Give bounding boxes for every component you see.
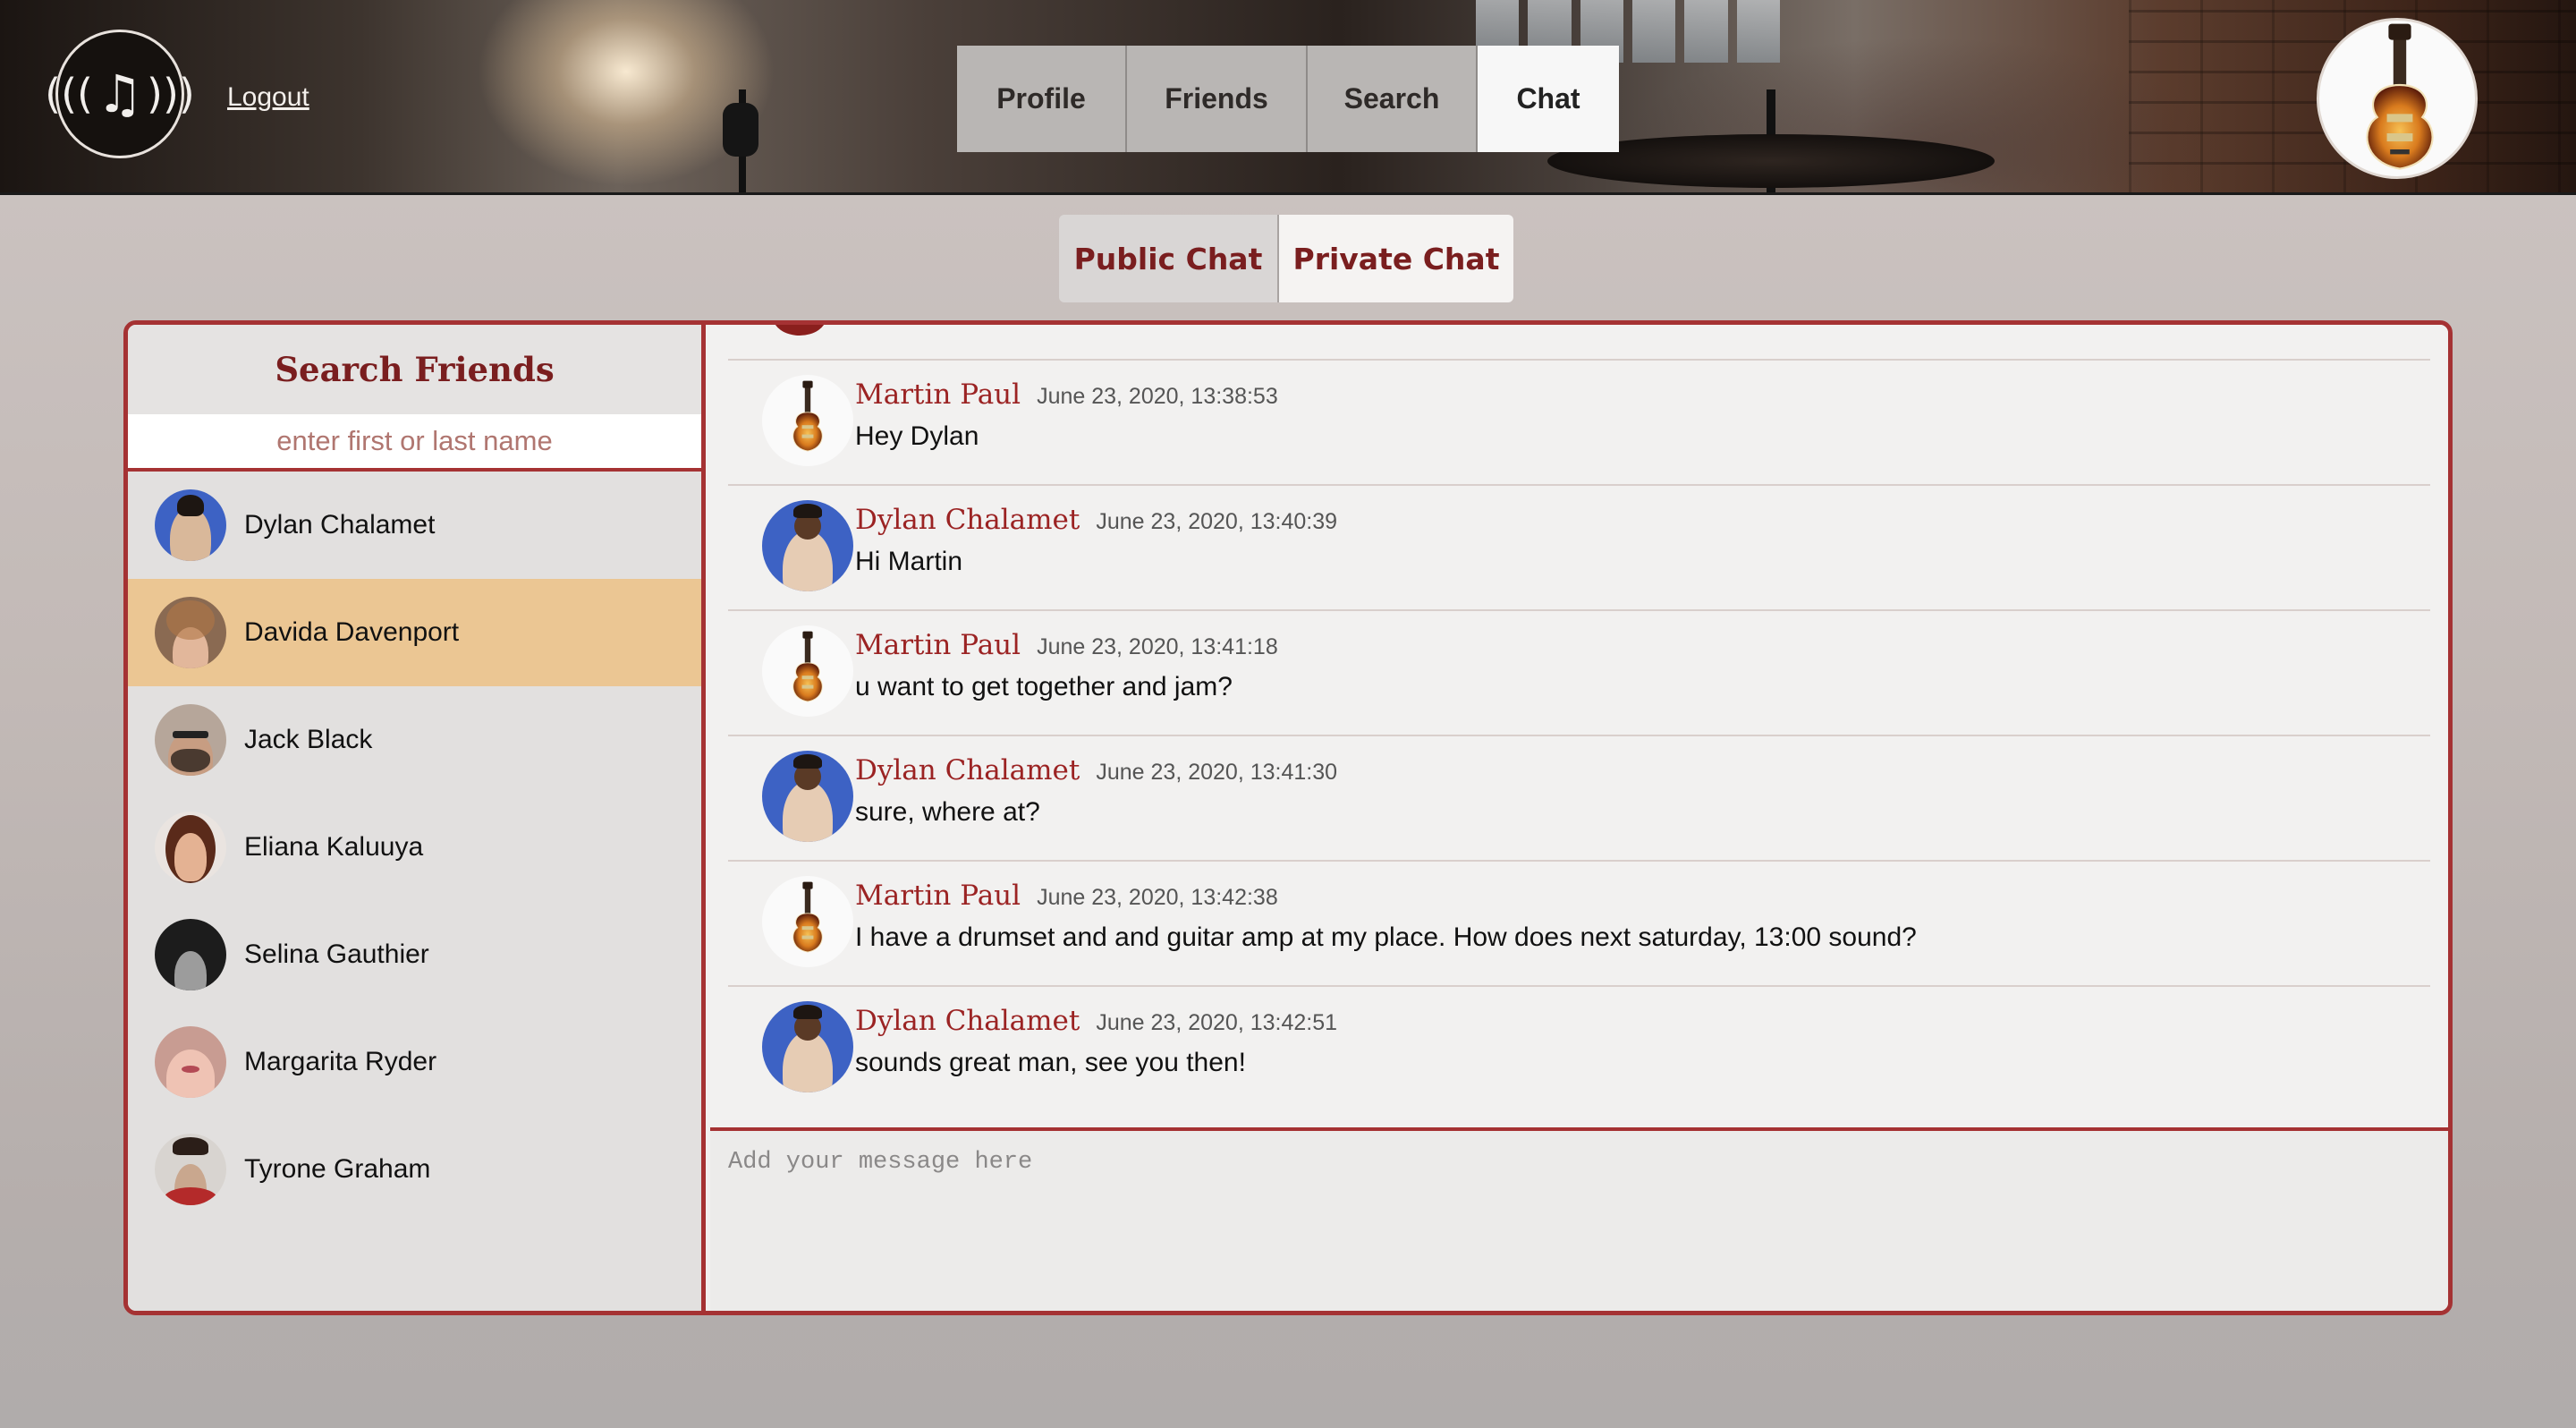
nav-tab-friends[interactable]: Friends — [1127, 46, 1308, 152]
broadcast-left-icon: ((( — [45, 70, 93, 118]
message-list[interactable]: Martin Paul June 23, 2020, 13:38:53 Hey D… — [710, 325, 2448, 1127]
electric-guitar-icon — [762, 625, 853, 717]
message-text: sounds great man, see you then! — [855, 1048, 1246, 1077]
avatar — [762, 751, 853, 842]
message-item: Martin Paul June 23, 2020, 13:38:53 Hey D… — [728, 361, 2430, 486]
partial-avatar — [773, 325, 826, 336]
message-timestamp: June 23, 2020, 13:41:18 — [1037, 634, 1278, 659]
chat-panel: Search Friends Dylan Chalamet Davida Dav… — [123, 320, 2453, 1315]
friend-item-dylan-chalamet[interactable]: Dylan Chalamet — [128, 472, 701, 579]
friend-item-jack-black[interactable]: Jack Black — [128, 686, 701, 794]
message-item: Martin Paul June 23, 2020, 13:41:18 u wan… — [728, 611, 2430, 736]
message-timestamp: June 23, 2020, 13:42:51 — [1096, 1010, 1338, 1035]
music-note-icon: ♫ — [97, 64, 143, 124]
electric-guitar-icon — [762, 876, 853, 967]
friend-name: Dylan Chalamet — [244, 510, 436, 540]
message-item: Dylan Chalamet June 23, 2020, 13:41:30 su… — [728, 736, 2430, 862]
friend-item-davida-davenport[interactable]: Davida Davenport — [128, 579, 701, 686]
header-banner: ((( ♫ ))) Logout Profile Friends Search … — [0, 0, 2576, 195]
message-input[interactable] — [710, 1131, 2448, 1311]
message-author: Dylan Chalamet June 23, 2020, 13:41:30 — [855, 754, 1338, 786]
message-timestamp: June 23, 2020, 13:40:39 — [1096, 509, 1338, 534]
tab-private-chat[interactable]: Private Chat — [1279, 215, 1513, 302]
profile-avatar[interactable] — [2317, 18, 2478, 179]
message-author: Martin Paul June 23, 2020, 13:41:18 — [855, 629, 1278, 661]
main-nav: Profile Friends Search Chat — [957, 46, 1619, 152]
friend-name: Selina Gauthier — [244, 939, 429, 969]
avatar — [155, 919, 226, 990]
avatar — [155, 489, 226, 561]
message-text: u want to get together and jam? — [855, 672, 1233, 701]
friend-name: Margarita Ryder — [244, 1047, 437, 1076]
friend-name: Tyrone Graham — [244, 1154, 431, 1184]
avatar — [155, 1134, 226, 1205]
nav-tab-search[interactable]: Search — [1308, 46, 1478, 152]
friend-item-eliana-kaluuya[interactable]: Eliana Kaluuya — [128, 794, 701, 901]
avatar — [155, 704, 226, 776]
electric-guitar-icon — [2366, 23, 2434, 170]
friend-name: Jack Black — [244, 725, 373, 754]
message-author: Martin Paul June 23, 2020, 13:38:53 — [855, 378, 1278, 411]
nav-tab-chat[interactable]: Chat — [1478, 46, 1619, 152]
avatar — [155, 1026, 226, 1098]
message-item: Martin Paul June 23, 2020, 13:42:38 I hav… — [728, 862, 2430, 987]
tab-public-chat[interactable]: Public Chat — [1059, 215, 1279, 302]
message-timestamp: June 23, 2020, 13:41:30 — [1096, 760, 1338, 785]
message-item: Dylan Chalamet June 23, 2020, 13:40:39 Hi… — [728, 486, 2430, 611]
avatar — [762, 1001, 853, 1092]
message-author: Dylan Chalamet June 23, 2020, 13:42:51 — [855, 1005, 1338, 1037]
friend-item-selina-gauthier[interactable]: Selina Gauthier — [128, 901, 701, 1008]
message-author: Martin Paul June 23, 2020, 13:42:38 — [855, 880, 1278, 912]
friends-search-box — [128, 414, 701, 472]
electric-guitar-icon — [762, 375, 853, 466]
message-text: I have a drumset and and guitar amp at m… — [855, 922, 1917, 952]
friend-search-input[interactable] — [128, 414, 701, 468]
friend-name: Eliana Kaluuya — [244, 832, 424, 862]
avatar — [762, 500, 853, 591]
message-text: Hi Martin — [855, 547, 963, 576]
friends-title: Search Friends — [128, 325, 701, 414]
message-composer — [710, 1127, 2448, 1311]
avatar — [155, 597, 226, 668]
background-microphone — [723, 103, 758, 157]
friend-item-margarita-ryder[interactable]: Margarita Ryder — [128, 1008, 701, 1116]
logout-link[interactable]: Logout — [227, 82, 309, 113]
friend-name: Davida Davenport — [244, 617, 460, 647]
app-logo[interactable]: ((( ♫ ))) — [45, 30, 195, 158]
friend-item-tyrone-graham[interactable]: Tyrone Graham — [128, 1116, 701, 1223]
message-timestamp: June 23, 2020, 13:38:53 — [1037, 384, 1278, 409]
message-timestamp: June 23, 2020, 13:42:38 — [1037, 885, 1278, 910]
broadcast-right-icon: ))) — [147, 70, 195, 118]
message-item: Dylan Chalamet June 23, 2020, 13:42:51 so… — [728, 987, 2430, 1112]
message-text: Hey Dylan — [855, 421, 979, 451]
message-author: Dylan Chalamet June 23, 2020, 13:40:39 — [855, 504, 1338, 536]
nav-tab-profile[interactable]: Profile — [957, 46, 1127, 152]
chat-type-tabs: Public Chat Private Chat — [1059, 215, 1513, 302]
friends-sidebar: Search Friends Dylan Chalamet Davida Dav… — [128, 325, 706, 1311]
avatar — [155, 812, 226, 883]
message-text: sure, where at? — [855, 797, 1040, 827]
